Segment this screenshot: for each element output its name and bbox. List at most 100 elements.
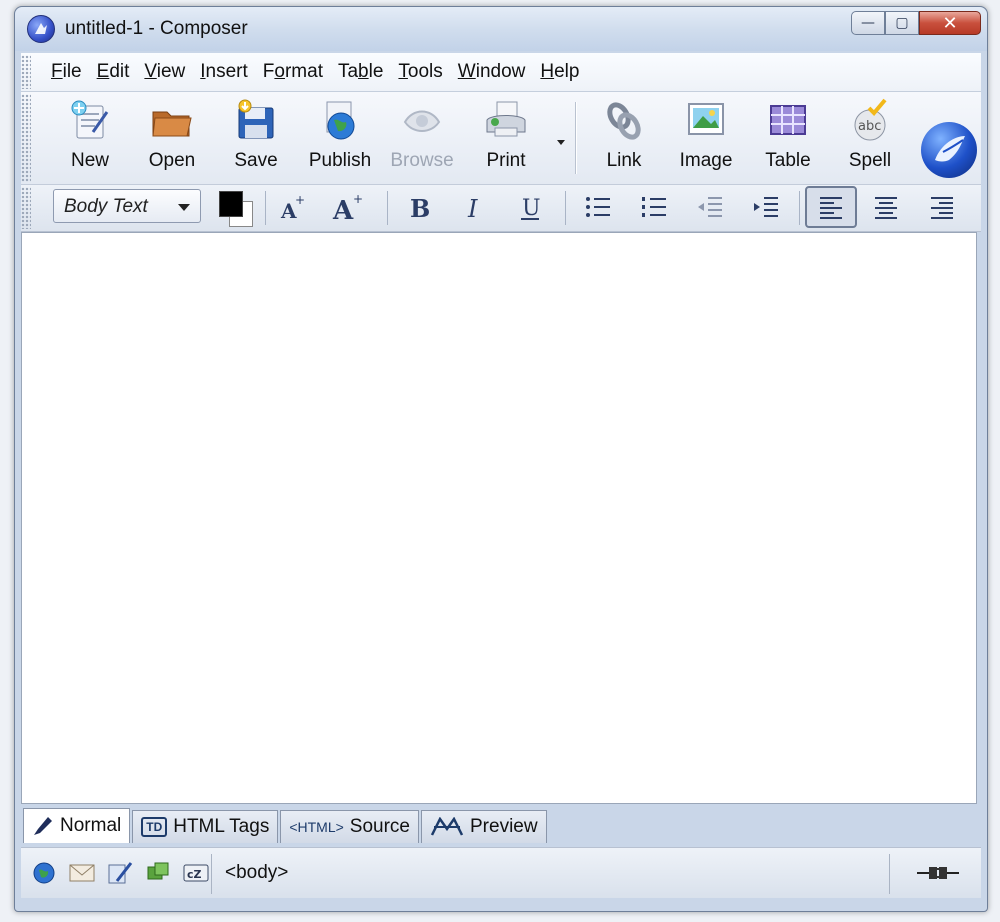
outdent-button[interactable] — [689, 189, 731, 225]
tab-html-tags-label: HTML Tags — [173, 816, 270, 837]
address-book-icon[interactable]: cZ — [183, 860, 209, 886]
numbered-list-button[interactable] — [633, 189, 675, 225]
preview-icon — [430, 817, 464, 837]
tab-normal-label: Normal — [60, 815, 122, 836]
table-grid-icon — [770, 105, 806, 135]
indent-icon — [754, 197, 778, 217]
tab-normal[interactable]: Normal — [23, 808, 131, 843]
browser-globe-icon[interactable] — [31, 860, 57, 886]
format-separator — [265, 191, 266, 225]
bullet-list-button[interactable] — [577, 189, 619, 225]
align-right-icon — [931, 197, 953, 219]
save-label: Save — [234, 150, 278, 171]
paragraph-style-select[interactable]: Body Text — [53, 189, 201, 223]
increase-font-size-button[interactable]: A + — [271, 189, 313, 225]
composer-window: untitled-1 - Composer — ▢ ✕ File Edit Vi… — [14, 6, 988, 912]
new-button[interactable]: New — [51, 96, 129, 180]
publish-button[interactable]: Publish — [301, 96, 379, 180]
numbered-list-icon — [642, 197, 666, 217]
font-size-larger-icon: A + — [332, 192, 363, 223]
status-separator — [211, 854, 212, 894]
open-button[interactable]: Open — [133, 96, 211, 180]
folder-icon — [152, 111, 192, 137]
menu-table[interactable]: Table — [338, 61, 383, 83]
browse-button[interactable]: Browse — [383, 96, 461, 180]
underline-button[interactable]: U — [509, 189, 551, 225]
format-separator — [565, 191, 566, 225]
status-bar: cZ <body> — [21, 847, 981, 898]
align-left-icon — [820, 197, 842, 219]
italic-button[interactable]: I — [453, 189, 495, 225]
svg-text:+: + — [295, 193, 305, 207]
menu-window[interactable]: Window — [458, 61, 526, 83]
decrease-font-size-button[interactable]: A + — [327, 189, 369, 225]
online-connection-icon[interactable] — [915, 862, 961, 888]
svg-text:A: A — [332, 196, 354, 223]
table-button[interactable]: Table — [749, 96, 827, 180]
svg-text:abc: abc — [858, 119, 881, 134]
format-separator — [387, 191, 388, 225]
edit-mode-tabs: Normal TD HTML Tags <HTML> Source Previe… — [23, 808, 549, 844]
printer-icon — [486, 101, 526, 137]
format-separator — [799, 191, 800, 225]
tab-html-tags[interactable]: TD HTML Tags — [132, 810, 279, 843]
minimize-button[interactable]: — — [851, 11, 885, 35]
bold-button[interactable]: B — [397, 189, 439, 225]
spell-button[interactable]: abc Spell — [831, 96, 909, 180]
composer-pen-icon[interactable] — [107, 860, 133, 886]
menu-help[interactable]: Help — [540, 61, 579, 83]
print-dropdown-arrow[interactable] — [557, 140, 565, 145]
maximize-button[interactable]: ▢ — [885, 11, 919, 35]
menu-edit[interactable]: Edit — [97, 61, 130, 83]
tab-preview[interactable]: Preview — [421, 810, 547, 843]
tag-path-body[interactable]: <body> — [225, 862, 288, 884]
save-button[interactable]: Save — [217, 96, 295, 180]
svg-text:U: U — [522, 196, 541, 221]
mail-envelope-icon[interactable] — [69, 860, 95, 886]
close-button[interactable]: ✕ — [919, 11, 981, 35]
open-label: Open — [148, 150, 196, 171]
spellcheck-icon: abc — [854, 98, 887, 141]
print-button[interactable]: Print — [467, 96, 545, 180]
toolbar-grip[interactable] — [21, 94, 31, 182]
pen-icon — [32, 815, 54, 837]
floppy-save-icon — [238, 99, 274, 139]
menu-insert[interactable]: Insert — [200, 61, 248, 83]
menu-view[interactable]: View — [144, 61, 185, 83]
link-button[interactable]: Link — [585, 96, 663, 180]
align-center-button[interactable] — [865, 189, 907, 225]
indent-button[interactable] — [745, 189, 787, 225]
browse-eye-icon — [403, 110, 441, 132]
menubar-grip[interactable] — [21, 55, 31, 89]
align-left-button[interactable] — [805, 186, 857, 228]
composition-toolbar: New Open Save Publish Browse Print Link … — [21, 92, 981, 185]
formatbar-grip[interactable] — [21, 187, 31, 229]
tab-preview-label: Preview — [470, 816, 538, 837]
menu-tools[interactable]: Tools — [398, 61, 442, 83]
irc-chat-icon[interactable] — [145, 860, 171, 886]
html-source-icon: <HTML> — [289, 819, 344, 835]
text-color-picker[interactable] — [217, 187, 253, 227]
image-label: Image — [679, 150, 733, 171]
bullet-list-icon — [586, 197, 610, 217]
browse-label: Browse — [390, 150, 454, 171]
print-label: Print — [486, 150, 526, 171]
seamonkey-composer-icon[interactable] — [27, 15, 55, 43]
image-button[interactable]: Image — [667, 96, 745, 180]
window-title: untitled-1 - Composer — [65, 18, 248, 39]
table-label: Table — [765, 150, 811, 171]
svg-text:+: + — [353, 192, 363, 206]
menu-format[interactable]: Format — [263, 61, 323, 83]
title-bar[interactable]: untitled-1 - Composer — ▢ ✕ — [15, 7, 987, 51]
document-editor-area[interactable] — [21, 232, 977, 804]
svg-text:cZ: cZ — [187, 868, 202, 881]
text-color-swatch[interactable] — [219, 191, 243, 217]
td-tag-icon: TD — [141, 817, 168, 837]
tab-source-label: Source — [349, 816, 410, 837]
tab-source[interactable]: <HTML> Source — [280, 810, 419, 843]
menu-file[interactable]: File — [51, 61, 82, 83]
menu-bar: File Edit View Insert Format Table Tools… — [21, 53, 981, 92]
svg-text:I: I — [467, 195, 478, 222]
seamonkey-logo-icon[interactable] — [921, 122, 977, 178]
align-right-button[interactable] — [921, 189, 963, 225]
